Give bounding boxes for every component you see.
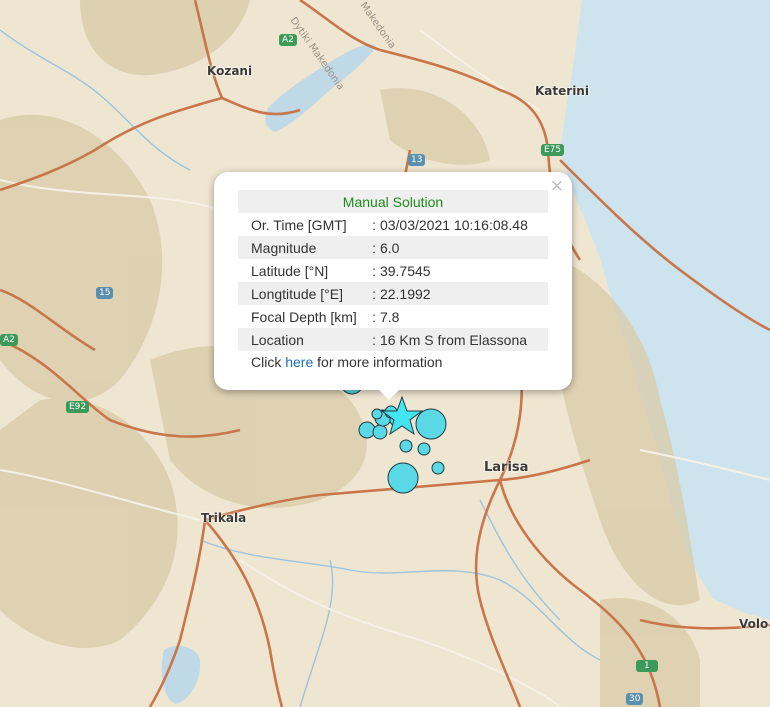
row-label: Or. Time [GMT] — [251, 216, 347, 233]
table-row: Or. Time [GMT] : 03/03/2021 10:16:08.48 — [238, 213, 548, 236]
aftershock-marker[interactable] — [358, 421, 376, 439]
aftershock-marker[interactable] — [415, 408, 447, 440]
table-row: Latitude [°N] : 39.7545 — [238, 259, 548, 282]
road-shield: A2 — [0, 334, 18, 346]
table-row: Location : 16 Km S from Elassona — [238, 328, 548, 351]
aftershock-marker[interactable] — [417, 442, 431, 456]
road-shield: 15 — [96, 287, 114, 299]
aftershock-marker[interactable] — [372, 424, 388, 440]
earthquake-info-table: Manual Solution Or. Time [GMT] : 03/03/2… — [238, 190, 548, 351]
table-row: Longtitude [°E] : 22.1992 — [238, 282, 548, 305]
row-value: : 7.8 — [372, 308, 400, 325]
row-label: Location — [238, 328, 373, 351]
table-row: Magnitude : 6.0 — [238, 236, 548, 259]
more-info-suffix: for more information — [313, 354, 443, 370]
road-shield: 1 — [636, 660, 658, 672]
city-label-volo: Volo — [739, 617, 769, 631]
row-label: Magnitude — [238, 236, 373, 259]
city-label-kozani: Kozani — [207, 64, 253, 78]
more-info-link[interactable]: here — [285, 354, 313, 370]
row-label: Latitude [°N] — [251, 262, 329, 279]
aftershock-marker[interactable] — [431, 461, 445, 475]
road-shield: E92 — [66, 401, 90, 413]
row-label: Focal Depth [km] — [251, 308, 357, 325]
table-row: Manual Solution — [238, 190, 548, 213]
aftershock-marker[interactable] — [399, 439, 413, 453]
row-value: : 16 Km S from Elassona — [372, 328, 548, 351]
city-label-katerini: Katerini — [535, 84, 589, 98]
earthquake-info-popup: × Manual Solution Or. Time [GMT] : 03/03… — [214, 172, 572, 390]
more-info-prefix: Click — [251, 354, 286, 370]
row-label: Longtitude [°E] — [238, 282, 373, 305]
row-value: : 03/03/2021 10:16:08.48 — [372, 216, 528, 233]
city-label-larisa: Larisa — [484, 460, 529, 475]
city-label-trikala: Trikala — [201, 511, 247, 525]
popup-pointer — [377, 388, 401, 400]
row-value: : 39.7545 — [372, 262, 431, 279]
close-icon[interactable]: × — [550, 176, 564, 196]
road-shield: 30 — [626, 693, 644, 705]
row-value: : 6.0 — [372, 236, 548, 259]
more-info-text: Click here for more information — [251, 354, 442, 370]
popup-title: Manual Solution — [238, 190, 548, 213]
row-value: : 22.1992 — [372, 282, 548, 305]
table-row: Focal Depth [km] : 7.8 — [238, 305, 548, 328]
aftershock-marker[interactable] — [387, 462, 419, 494]
road-shield: A2 — [279, 34, 297, 46]
road-shield: 13 — [408, 154, 426, 166]
road-shield: E75 — [541, 144, 565, 156]
